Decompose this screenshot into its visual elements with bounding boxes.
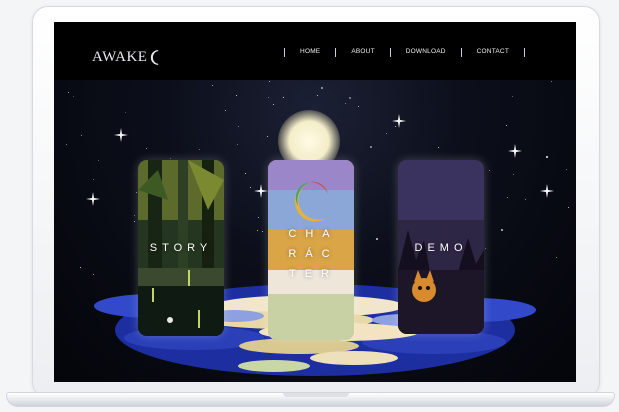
star-dot xyxy=(345,103,346,104)
star-dot xyxy=(134,215,135,216)
star-dot xyxy=(273,104,274,105)
main-nav: HOME ABOUT DOWNLOAD CONTACT xyxy=(269,46,540,58)
star-dot xyxy=(506,125,507,126)
star-dot xyxy=(81,135,82,136)
star-dot xyxy=(283,97,284,98)
star-dot xyxy=(501,229,503,231)
star-dot xyxy=(262,231,263,232)
nav-divider xyxy=(284,47,286,57)
laptop-base xyxy=(6,392,615,407)
card-character-label: CHA RÁC TER xyxy=(268,224,354,284)
star-dot xyxy=(245,173,246,174)
nav-divider xyxy=(335,47,337,57)
card-story[interactable]: STORY xyxy=(138,160,224,336)
star-dot xyxy=(370,146,372,148)
star-dot xyxy=(134,221,135,222)
card-demo-label: DEMO xyxy=(414,242,468,254)
star-dot xyxy=(551,81,552,82)
star-dot xyxy=(225,110,226,111)
crescent-moon-icon xyxy=(151,49,159,65)
star-dot xyxy=(349,97,351,99)
star-dot xyxy=(93,179,94,180)
star-dot xyxy=(507,197,508,198)
sparkle-icon xyxy=(508,144,522,158)
star-dot xyxy=(170,158,171,159)
star-dot xyxy=(485,248,486,249)
star-dot xyxy=(267,136,268,137)
star-dot xyxy=(358,106,359,107)
star-dot xyxy=(317,95,318,96)
sparkle-icon xyxy=(254,184,268,198)
card-demo[interactable]: DEMO xyxy=(398,160,484,334)
star-dot xyxy=(66,144,67,145)
sparkle-icon xyxy=(86,192,100,206)
nav-divider xyxy=(460,47,462,57)
star-dot xyxy=(568,207,569,208)
star-dot xyxy=(556,257,557,258)
nav-link-about[interactable]: ABOUT xyxy=(351,46,374,58)
star-dot xyxy=(250,187,251,188)
star-dot xyxy=(376,238,378,240)
star-dot xyxy=(386,133,387,134)
star-dot xyxy=(512,96,513,97)
sparkle-icon xyxy=(392,114,406,128)
site-header: AWAKE HOME ABOUT DOWNLOAD CONTACT xyxy=(54,22,576,80)
star-dot xyxy=(546,156,548,158)
star-dot xyxy=(68,92,69,93)
star-dot xyxy=(489,170,490,171)
nav-divider xyxy=(389,47,391,57)
nav-divider xyxy=(524,47,525,57)
sparkle-icon xyxy=(114,128,128,142)
star-dot xyxy=(236,95,237,96)
star-dot xyxy=(258,217,259,218)
star-dot xyxy=(238,126,239,127)
star-dot xyxy=(321,87,323,89)
star-dot xyxy=(269,81,270,82)
star-dot xyxy=(268,97,269,98)
card-character-label-line: TER xyxy=(289,268,338,280)
sparkle-icon xyxy=(540,184,554,198)
nav-link-download[interactable]: DOWNLOAD xyxy=(406,46,446,58)
website-screen: AWAKE HOME ABOUT DOWNLOAD CONTACT STORY … xyxy=(54,22,576,382)
star-dot xyxy=(136,192,137,193)
star-dot xyxy=(98,160,99,161)
star-dot xyxy=(93,274,94,275)
site-logo[interactable]: AWAKE xyxy=(92,40,165,74)
star-dot xyxy=(146,148,147,149)
card-story-label: STORY xyxy=(149,242,213,254)
star-dot xyxy=(237,144,238,145)
star-dot xyxy=(566,169,567,170)
nav-link-home[interactable]: HOME xyxy=(300,46,320,58)
star-dot xyxy=(80,267,81,268)
night-sky-scene: STORY CHA RÁC TER DEMO xyxy=(54,80,576,382)
card-character-label-line: RÁC xyxy=(288,248,339,260)
logo-text: AWAKE xyxy=(92,48,148,65)
star-dot xyxy=(73,96,74,97)
card-character[interactable]: CHA RÁC TER xyxy=(268,160,354,340)
star-dot xyxy=(438,147,439,148)
star-dot xyxy=(525,199,526,200)
card-character-label-line: CHA xyxy=(288,228,339,240)
star-dot xyxy=(125,112,126,113)
laptop-notch xyxy=(283,393,349,397)
star-dot xyxy=(212,85,213,86)
nav-link-contact[interactable]: CONTACT xyxy=(477,46,509,58)
star-dot xyxy=(513,174,514,175)
star-dot xyxy=(199,149,200,150)
star-dot xyxy=(257,230,258,231)
